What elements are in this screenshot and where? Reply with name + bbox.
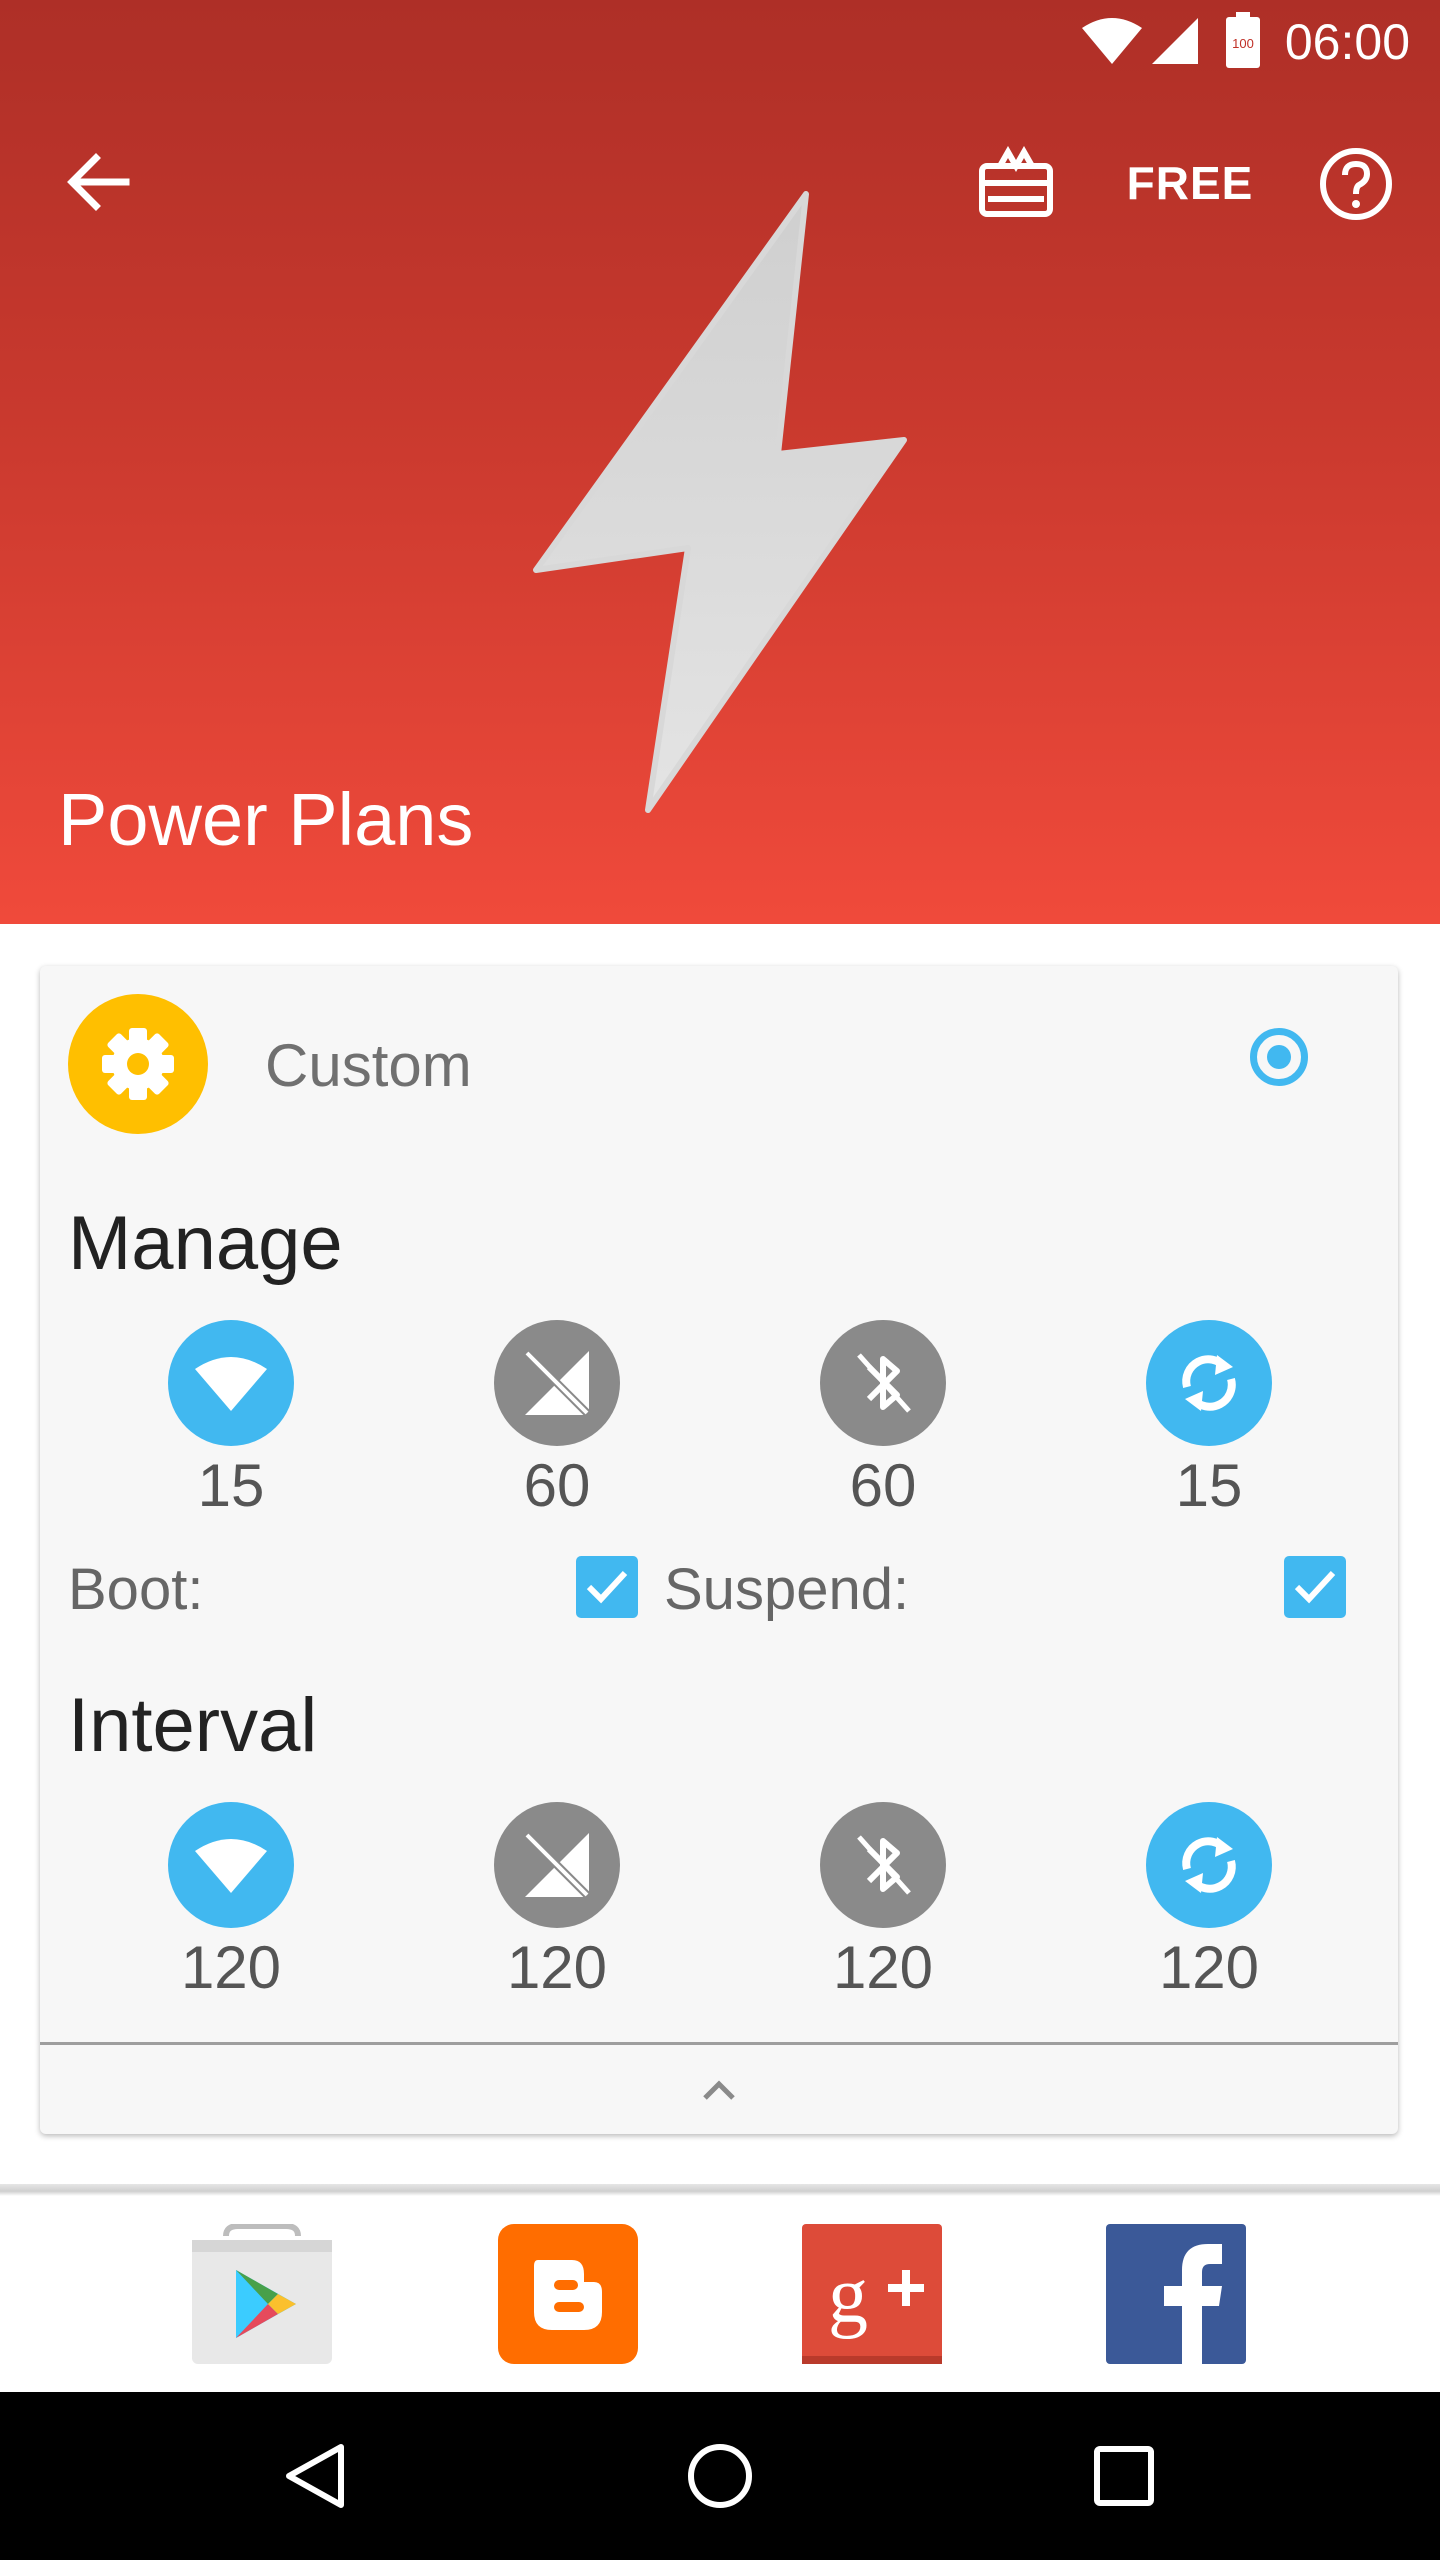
facebook-button[interactable]	[1106, 2224, 1246, 2364]
blogger-button[interactable]	[498, 2224, 638, 2364]
wifi-icon	[195, 1839, 267, 1893]
bluetooth-off-icon	[857, 1835, 911, 1895]
free-button[interactable]: FREE	[1120, 150, 1260, 216]
card-footer	[40, 2042, 1398, 2137]
battery-icon: 100	[1226, 12, 1260, 68]
manage-sync-value: 15	[1175, 1452, 1243, 1519]
check-icon	[586, 1570, 628, 1604]
gift-card-icon	[979, 145, 1053, 217]
interval-wifi[interactable]: 120	[131, 1802, 331, 2008]
status-time: 06:00	[1284, 14, 1410, 70]
manage-wifi-value: 15	[197, 1452, 265, 1519]
mobile-data-off-icon	[522, 1348, 592, 1418]
page-title: Power Plans	[58, 778, 474, 861]
help-button[interactable]	[1318, 146, 1394, 222]
google-play-icon	[192, 2223, 332, 2364]
manage-mobile-data[interactable]: 60	[457, 1320, 657, 1526]
google-plus-icon: g	[802, 2224, 942, 2364]
interval-wifi-toggle[interactable]	[168, 1802, 294, 1928]
nav-back-button[interactable]	[266, 2426, 366, 2526]
manage-title: Manage	[68, 1201, 343, 1286]
chevron-up-icon	[703, 2080, 735, 2100]
manage-bluetooth[interactable]: 60	[783, 1320, 983, 1526]
back-button[interactable]	[60, 148, 136, 216]
plan-avatar[interactable]	[68, 994, 208, 1134]
google-g-glyph: g	[828, 2252, 868, 2340]
manage-bluetooth-toggle[interactable]	[820, 1320, 946, 1446]
interval-bluetooth[interactable]: 120	[783, 1802, 983, 2008]
sync-icon	[1182, 1355, 1236, 1411]
google-play-button[interactable]	[192, 2223, 332, 2364]
google-plus-button[interactable]: g	[802, 2224, 942, 2364]
app-header: 100 06:00 FREE Power Plans	[0, 0, 1440, 924]
bluetooth-off-icon	[857, 1353, 911, 1413]
manage-mobile-data-value: 60	[523, 1452, 591, 1519]
plan-card: Custom Manage 15 60 60 15 Boot: Suspend:…	[40, 966, 1398, 2134]
nav-home-button[interactable]	[670, 2426, 770, 2526]
battery-level-text: 100	[1232, 36, 1254, 51]
nav-home-icon	[688, 2444, 752, 2508]
collapse-button[interactable]	[689, 2065, 749, 2115]
interval-sync[interactable]: 120	[1109, 1802, 1309, 2008]
manage-wifi-toggle[interactable]	[168, 1320, 294, 1446]
lightning-bolt-icon	[533, 191, 907, 813]
check-icon	[1294, 1570, 1336, 1604]
status-bar: 100 06:00	[0, 0, 1440, 84]
boot-checkbox[interactable]	[576, 1556, 638, 1618]
manage-wifi[interactable]: 15	[131, 1320, 331, 1526]
gift-button[interactable]	[978, 145, 1054, 218]
sync-icon	[1182, 1837, 1236, 1893]
interval-sync-value: 120	[1158, 1934, 1260, 2001]
gear-icon	[102, 1028, 174, 1100]
interval-mobile-data[interactable]: 120	[457, 1802, 657, 2008]
interval-bluetooth-toggle[interactable]	[820, 1802, 946, 1928]
mobile-data-off-icon	[522, 1830, 592, 1900]
divider	[0, 2184, 1440, 2196]
cell-signal-icon	[1152, 18, 1198, 64]
boot-label: Boot:	[68, 1557, 204, 1622]
manage-sync-toggle[interactable]	[1146, 1320, 1272, 1446]
wifi-icon	[195, 1357, 267, 1411]
plan-select-radio[interactable]	[1250, 1028, 1308, 1086]
nav-back-icon	[286, 2444, 344, 2508]
blogger-icon	[498, 2224, 638, 2364]
interval-sync-toggle[interactable]	[1146, 1802, 1272, 1928]
suspend-checkbox[interactable]	[1284, 1556, 1346, 1618]
interval-mobile-data-value: 120	[506, 1934, 608, 2001]
nav-recents-icon	[1094, 2446, 1154, 2506]
interval-bluetooth-value: 120	[832, 1934, 934, 2001]
manage-bluetooth-value: 60	[849, 1452, 917, 1519]
interval-mobile-data-toggle[interactable]	[494, 1802, 620, 1928]
nav-recents-button[interactable]	[1074, 2426, 1174, 2526]
facebook-icon	[1106, 2224, 1246, 2364]
interval-wifi-value: 120	[180, 1934, 282, 2001]
plan-name: Custom	[265, 1032, 472, 1099]
system-nav-bar	[0, 2392, 1440, 2560]
suspend-label: Suspend:	[664, 1557, 910, 1622]
arrow-back-icon	[67, 153, 130, 211]
wifi-icon	[1082, 18, 1142, 64]
help-circle-icon	[1320, 148, 1392, 220]
manage-sync[interactable]: 15	[1109, 1320, 1309, 1526]
manage-mobile-data-toggle[interactable]	[494, 1320, 620, 1446]
interval-title: Interval	[68, 1683, 318, 1768]
